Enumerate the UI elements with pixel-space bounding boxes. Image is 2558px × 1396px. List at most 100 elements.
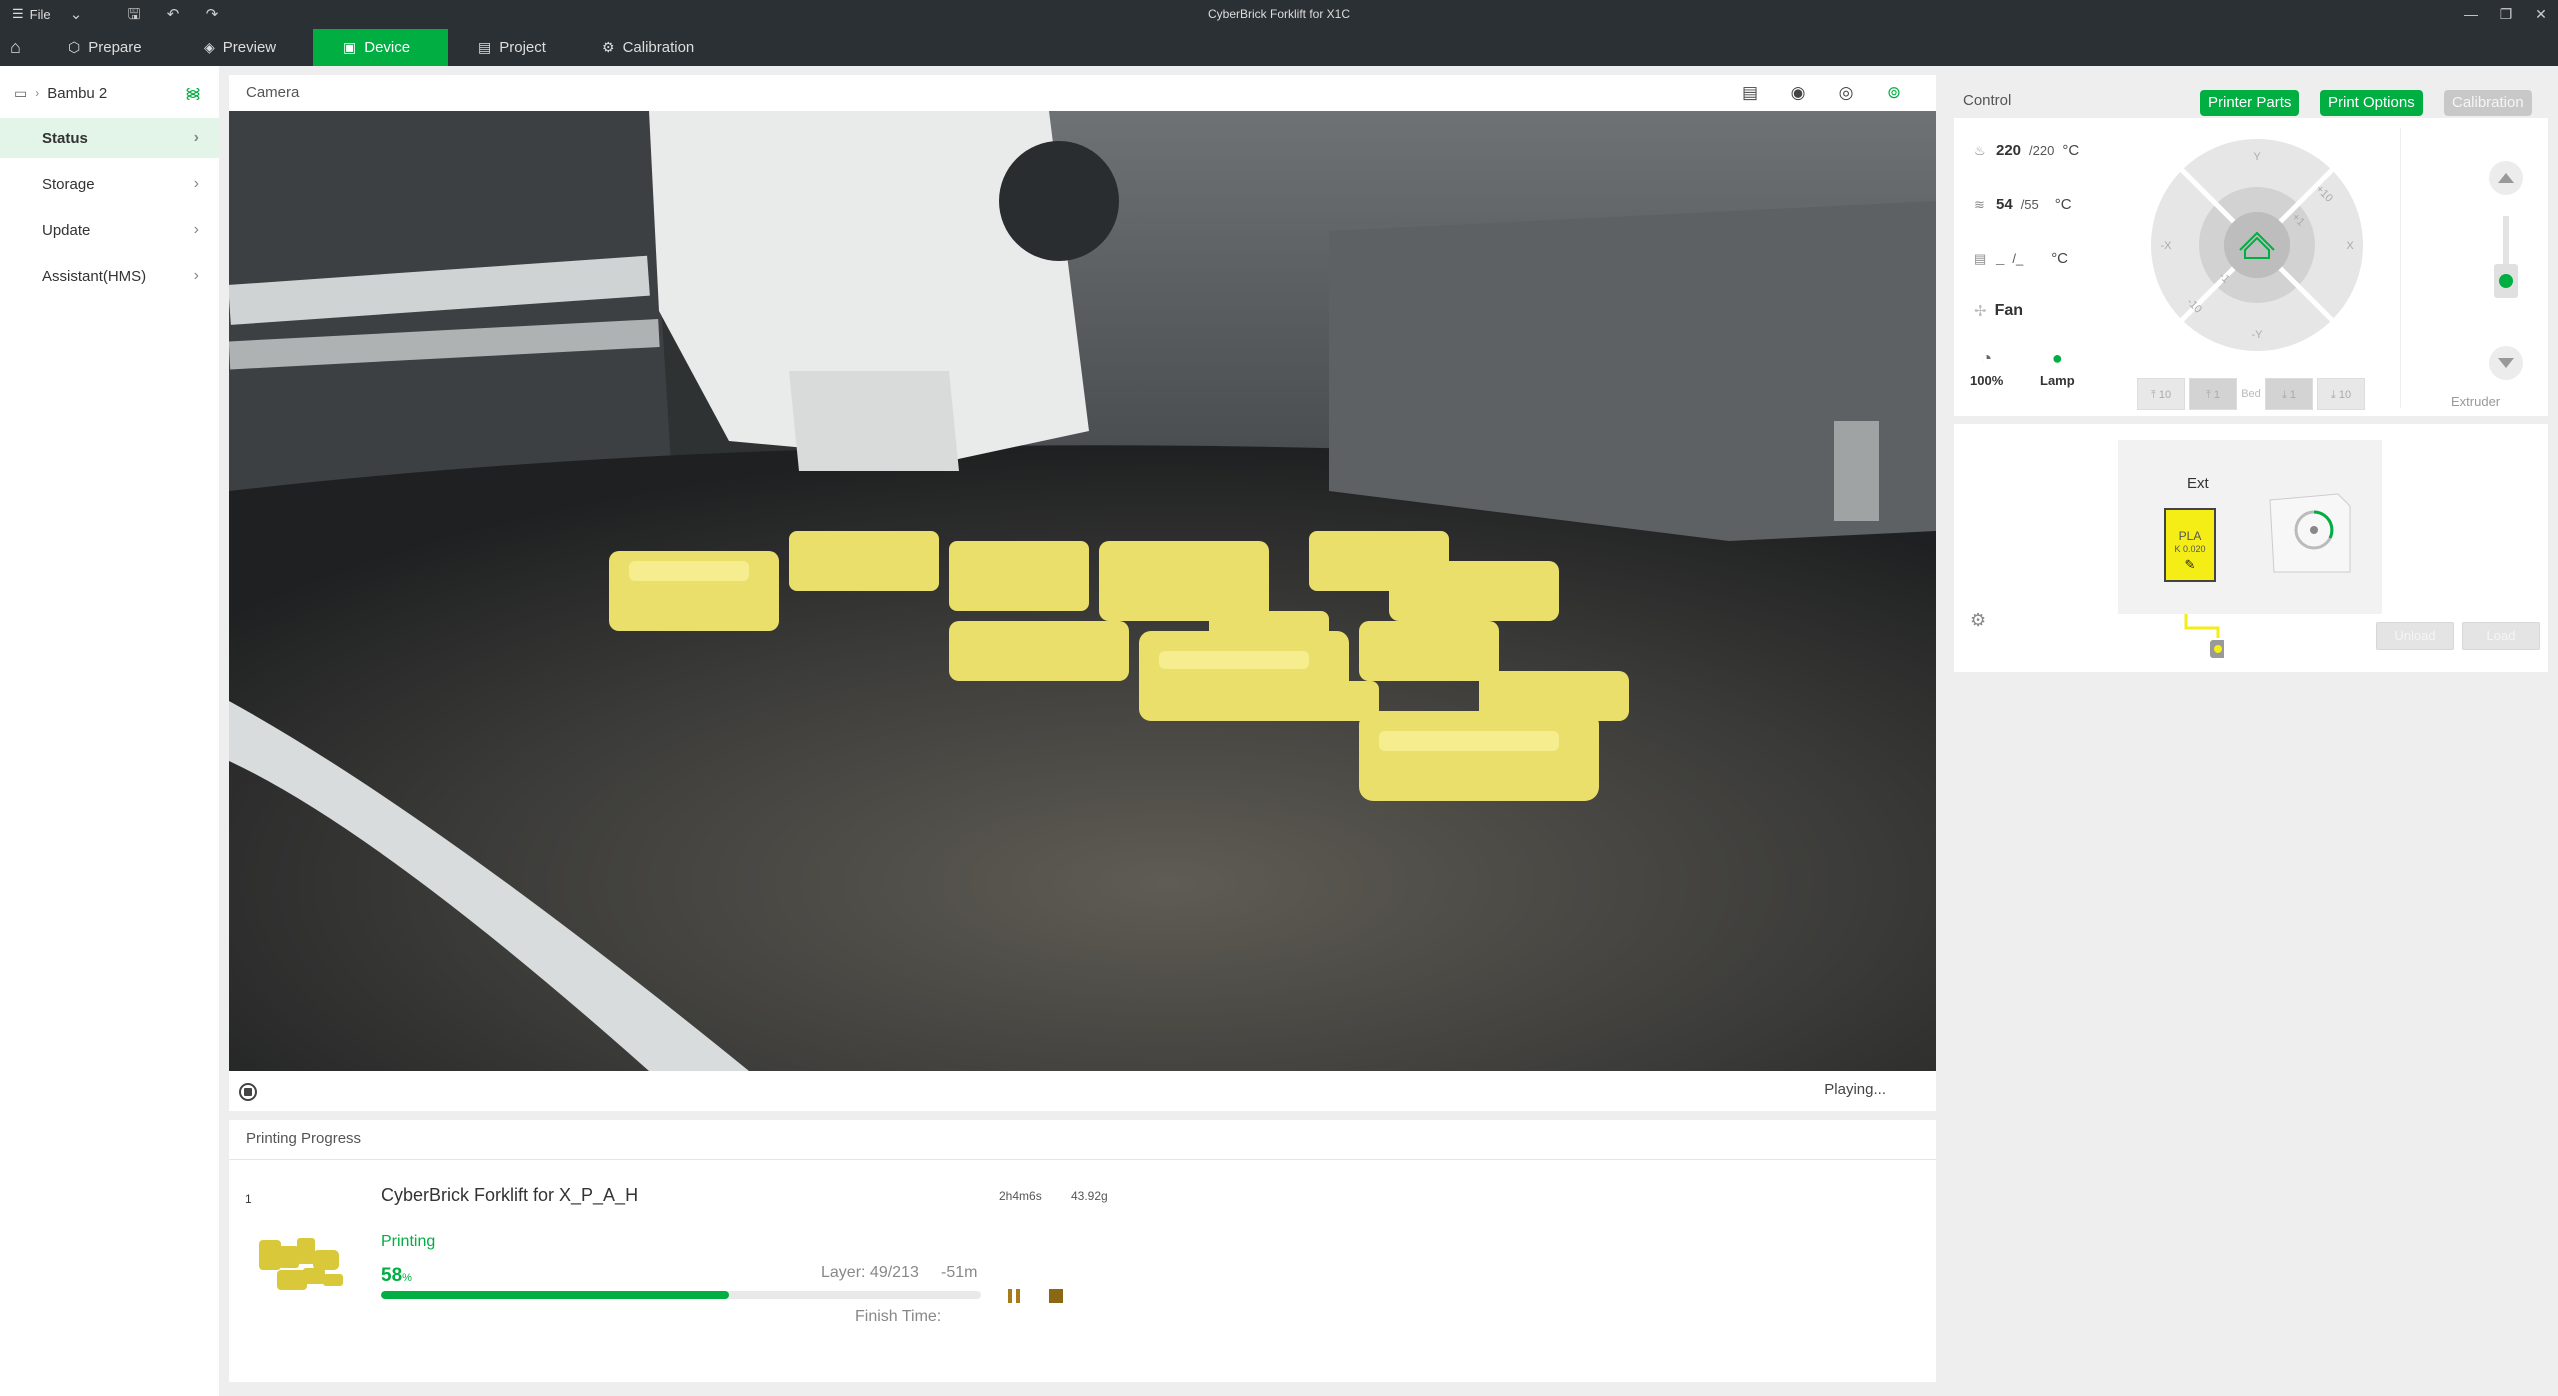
record-video-icon[interactable]: ◉ <box>1786 81 1810 105</box>
close-button[interactable]: ✕ <box>2526 3 2556 25</box>
bed-current: 54 <box>1996 196 2013 213</box>
bed-down-1-button[interactable]: ⤓ 1 <box>2265 378 2313 410</box>
nozzle-temp[interactable]: ♨ 220 /220 °C <box>1974 142 2079 159</box>
chamber-current: _ <box>1996 250 2005 267</box>
printer-icon: ▭ <box>14 84 28 101</box>
sidebar-item-status[interactable]: Status › <box>0 118 219 158</box>
restore-button[interactable]: ❐ <box>2491 3 2521 25</box>
chevron-right-icon: › <box>193 221 199 238</box>
stream-status: Playing... <box>1824 1081 1886 1098</box>
cube-icon: ⬡ <box>68 39 81 55</box>
filament-box: Ext PLA K 0.020 ✎ ⚙ Unload Load <box>1954 424 2548 672</box>
sidebar-item-storage[interactable]: Storage › <box>0 164 219 204</box>
home-icon: ⌂ <box>10 37 21 57</box>
unload-button[interactable]: Unload <box>2376 622 2454 650</box>
ams-settings-icon[interactable]: ⚙ <box>1970 610 1986 631</box>
printer-parts-button[interactable]: Printer Parts <box>2200 90 2300 116</box>
chamber-icon: ▤ <box>1974 251 1987 266</box>
window-title: CyberBrick Forklift for X1C <box>1207 7 1351 21</box>
sidebar-item-label: Update <box>42 221 91 239</box>
progress-bar-fill <box>381 1291 729 1299</box>
bed-up-10-button[interactable]: ⤒ 10 <box>2137 378 2185 410</box>
divider <box>2400 128 2401 408</box>
bed-up-1-button[interactable]: ⤒ 1 <box>2189 378 2237 410</box>
bed-down-10-button[interactable]: ⤓ 10 <box>2317 378 2365 410</box>
tab-project[interactable]: ▤ Project <box>464 29 560 66</box>
bed-heat-icon: ≋ <box>1974 197 1985 212</box>
control-title: Control <box>1963 92 2012 109</box>
chamber-temp: ▤ _ /_ °C <box>1974 250 2068 267</box>
fan-label: Fan <box>1994 302 2024 319</box>
sidebar-item-assistant[interactable]: Assistant(HMS) › <box>0 256 219 296</box>
bed-temp[interactable]: ≋ 54 /55 °C <box>1974 196 2072 213</box>
percent-unit: % <box>402 1272 412 1284</box>
extruder-control <box>2489 161 2523 380</box>
control-header: Control Printer Parts Print Options Cali… <box>1946 75 2552 116</box>
device-icon: ▣ <box>343 39 357 55</box>
finish-time-label: Finish Time: <box>855 1308 942 1325</box>
tab-calibration[interactable]: ⚙ Calibration <box>588 29 708 66</box>
sidebar-item-label: Storage <box>42 175 95 193</box>
tab-prepare[interactable]: ⬡ Prepare <box>54 29 156 66</box>
stop-print-button[interactable] <box>1049 1289 1063 1303</box>
job-duration: 2h4m6s <box>999 1189 1042 1203</box>
fan-icon: ✢ <box>1974 303 1987 320</box>
speed-control[interactable]: ◔ 100% <box>1970 348 2003 388</box>
lamp-control[interactable]: ● Lamp <box>2040 348 2075 388</box>
progress-title: Printing Progress <box>246 1130 362 1147</box>
external-spool-panel: Ext PLA K 0.020 ✎ <box>2118 440 2382 614</box>
chevron-right-icon: › <box>35 86 40 100</box>
nozzle-unit: °C <box>2062 142 2080 159</box>
motion-control-box: ♨ 220 /220 °C ≋ 54 /55 °C ▤ _ /_ °C ✢ Fa… <box>1954 118 2548 416</box>
job-weight: 43.92g <box>1071 1189 1108 1203</box>
remaining-time: -51m <box>941 1264 978 1281</box>
bed-down-10-label: 10 <box>2338 389 2352 401</box>
stop-stream-button[interactable] <box>239 1083 257 1101</box>
timelapse-icon[interactable]: ◎ <box>1834 81 1858 105</box>
nozzle-target: /220 <box>2029 143 2055 158</box>
tab-device[interactable]: ▣ Device <box>313 29 448 66</box>
chevron-right-icon: › <box>193 267 199 284</box>
device-name: Bambu 2 <box>47 84 108 102</box>
tab-bar: ⌂ ⬡ Prepare ◈ Preview ▣ Device ▤ Project… <box>0 29 2558 66</box>
lamp-label: Lamp <box>2040 373 2075 388</box>
bed-unit: °C <box>2054 196 2072 213</box>
print-percent: 58% <box>381 1265 412 1287</box>
sidebar-item-label: Status <box>42 129 88 147</box>
nozzle-current: 220 <box>1996 142 2022 159</box>
tab-preview[interactable]: ◈ Preview <box>190 29 290 66</box>
load-button[interactable]: Load <box>2462 622 2540 650</box>
sd-card-icon[interactable]: ▤ <box>1738 81 1762 105</box>
layers-icon: ◈ <box>204 39 215 55</box>
progress-bar <box>381 1291 981 1299</box>
tab-label: Calibration <box>622 39 695 56</box>
camera-title: Camera <box>246 84 300 101</box>
print-options-button[interactable]: Print Options <box>2320 90 2423 116</box>
pause-button[interactable] <box>1005 1288 1023 1304</box>
camera-panel: Camera ▤ ◉ ◎ ⊚ Playing... <box>229 75 1936 1111</box>
speed-label: 100% <box>1970 373 2004 388</box>
sidebar-item-label: Assistant(HMS) <box>42 267 147 285</box>
fan-control[interactable]: ✢ Fan <box>1974 302 2023 320</box>
spool-holder-image <box>2269 493 2351 573</box>
filament-slot[interactable]: PLA K 0.020 ✎ <box>2164 508 2216 582</box>
jog-y-label: Y <box>2253 151 2261 163</box>
chamber-unit: °C <box>2051 250 2069 267</box>
camera-settings-icon[interactable]: ⊚ <box>1882 81 1906 105</box>
bed-up-10-label: 10 <box>2158 389 2172 401</box>
percent-value: 58 <box>381 1265 403 1286</box>
xy-jog-control[interactable]: Y -Y X -X +10 -10 +1 -1 <box>2150 138 2364 352</box>
calibration-button[interactable]: Calibration <box>2444 90 2532 116</box>
bed-target: /55 <box>2020 197 2039 212</box>
plate-number: 1 <box>245 1192 252 1206</box>
job-thumbnail <box>253 1220 353 1300</box>
bed-down-1-label: 1 <box>2289 389 2297 401</box>
tab-label: Prepare <box>88 39 142 56</box>
home-button[interactable]: ⌂ <box>0 29 27 66</box>
minimize-button[interactable]: — <box>2456 3 2486 25</box>
playback-bar: Playing... <box>229 1071 1936 1111</box>
sidebar-item-update[interactable]: Update › <box>0 210 219 250</box>
print-status: Printing <box>381 1233 436 1250</box>
device-selector[interactable]: ▭ › Bambu 2 ᯼ <box>0 78 219 108</box>
control-panel: Control Printer Parts Print Options Cali… <box>1946 66 2558 1396</box>
